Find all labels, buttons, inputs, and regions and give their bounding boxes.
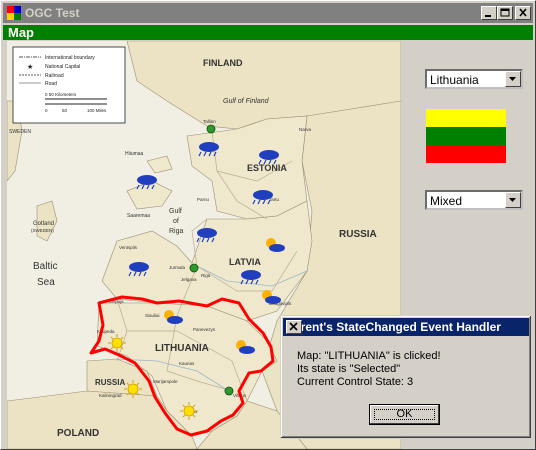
legend-item-railroad: Railroad <box>45 73 64 79</box>
maximize-icon <box>500 8 510 17</box>
ok-button[interactable]: OK <box>369 404 440 425</box>
label-russia-kaliningrad: RUSSIA <box>95 378 125 387</box>
title-bar[interactable]: OGC Test <box>3 3 533 23</box>
legend-scale-title: 0 50 Kilometers <box>45 92 77 97</box>
window-title: OGC Test <box>25 6 80 20</box>
mode-select-arrow[interactable] <box>505 192 521 208</box>
country-select-value: Lithuania <box>430 73 479 87</box>
legend-scale-tick-2: 100 Miles <box>87 108 107 113</box>
label-gotland-country: (SWEDEN) <box>31 228 54 233</box>
legend-scale-tick-1: 50 <box>62 108 68 113</box>
city-jelgava: Jelgava <box>181 277 197 282</box>
city-tallinn: Tallinn <box>203 119 216 124</box>
map-panel-header: Map <box>3 25 533 40</box>
flag-stripe-middle <box>426 127 506 145</box>
label-hiiumaa: Hiiumaa <box>125 151 144 157</box>
app-window: OGC Test Map International boundary ★ Na… <box>0 0 536 450</box>
maximize-button[interactable] <box>497 6 513 20</box>
capital-vilnius[interactable] <box>224 386 234 396</box>
chevron-down-icon <box>509 198 516 202</box>
chevron-down-icon <box>509 77 516 81</box>
country-select-arrow[interactable] <box>505 71 521 87</box>
label-saaremaa: Saaremaa <box>127 213 150 219</box>
dialog-message-line1: Map: "LITHUANIA" is clicked! <box>297 350 441 362</box>
dialog-message-line3: Current Control State: 3 <box>297 376 414 388</box>
label-of: of <box>173 218 179 225</box>
city-parnu: Parnu <box>197 197 210 202</box>
label-poland: POLAND <box>57 428 99 439</box>
city-narva: Narva <box>299 127 312 132</box>
label-sweden: SWEDEN <box>9 129 31 135</box>
capital-riga[interactable] <box>189 263 199 273</box>
label-riga-sea: Riga <box>169 228 184 235</box>
map-legend: International boundary ★ National Capita… <box>12 46 126 124</box>
legend-item-road: Road <box>45 81 57 87</box>
label-finland: FINLAND <box>203 58 243 68</box>
city-siauliai: Siauliai <box>145 313 160 318</box>
city-kaunas: Kaunas <box>179 361 195 366</box>
label-gulf: Gulf <box>169 208 182 215</box>
label-estonia: ESTONIA <box>247 163 287 173</box>
label-latvia: LATVIA <box>229 257 261 267</box>
app-icon[interactable] <box>6 5 22 21</box>
city-jurmala: Jurmala <box>169 265 186 270</box>
map-panel-title: Map <box>8 25 34 40</box>
legend-item-capital: National Capital <box>45 64 80 70</box>
capital-tallinn[interactable] <box>206 124 216 134</box>
city-panevezys: Panevezys <box>193 327 216 332</box>
statechanged-dialog: Parent's StateChanged Event Handler Map:… <box>280 315 532 439</box>
dialog-close-button[interactable] <box>286 320 302 334</box>
label-baltic: Baltic <box>33 261 57 272</box>
city-riga: Riga <box>201 273 211 278</box>
flag-stripe-top <box>426 109 506 127</box>
mode-select-value: Mixed <box>430 194 463 208</box>
legend-item-boundary: International boundary <box>45 55 95 61</box>
label-sea: Sea <box>37 277 55 288</box>
flag-stripe-bottom <box>426 145 506 163</box>
close-icon <box>519 8 527 17</box>
label-russia-east: RUSSIA <box>339 229 377 240</box>
country-select[interactable]: Lithuania <box>425 69 523 89</box>
close-icon <box>289 322 298 331</box>
dialog-title-bar[interactable]: Parent's StateChanged Event Handler <box>283 318 529 336</box>
label-lithuania: LITHUANIA <box>155 343 209 354</box>
city-kaliningrad: Kaliningrad <box>99 393 122 398</box>
label-gulf-of-finland: Gulf of Finland <box>223 98 270 105</box>
mode-select[interactable]: Mixed <box>425 190 523 210</box>
city-marijampole: Marijampole <box>153 379 178 384</box>
country-flag <box>426 109 506 163</box>
ok-focus-rect <box>374 409 435 420</box>
minimize-button[interactable] <box>481 6 497 20</box>
dialog-title: Parent's StateChanged Event Handler <box>286 320 501 334</box>
close-button[interactable] <box>515 6 531 20</box>
legend-star: ★ <box>27 63 33 71</box>
label-gotland: Gotland <box>33 221 54 227</box>
city-ventspils: Ventspils <box>119 245 138 250</box>
minimize-icon <box>485 15 491 17</box>
dialog-message-line2: Its state is "Selected" <box>297 363 401 375</box>
